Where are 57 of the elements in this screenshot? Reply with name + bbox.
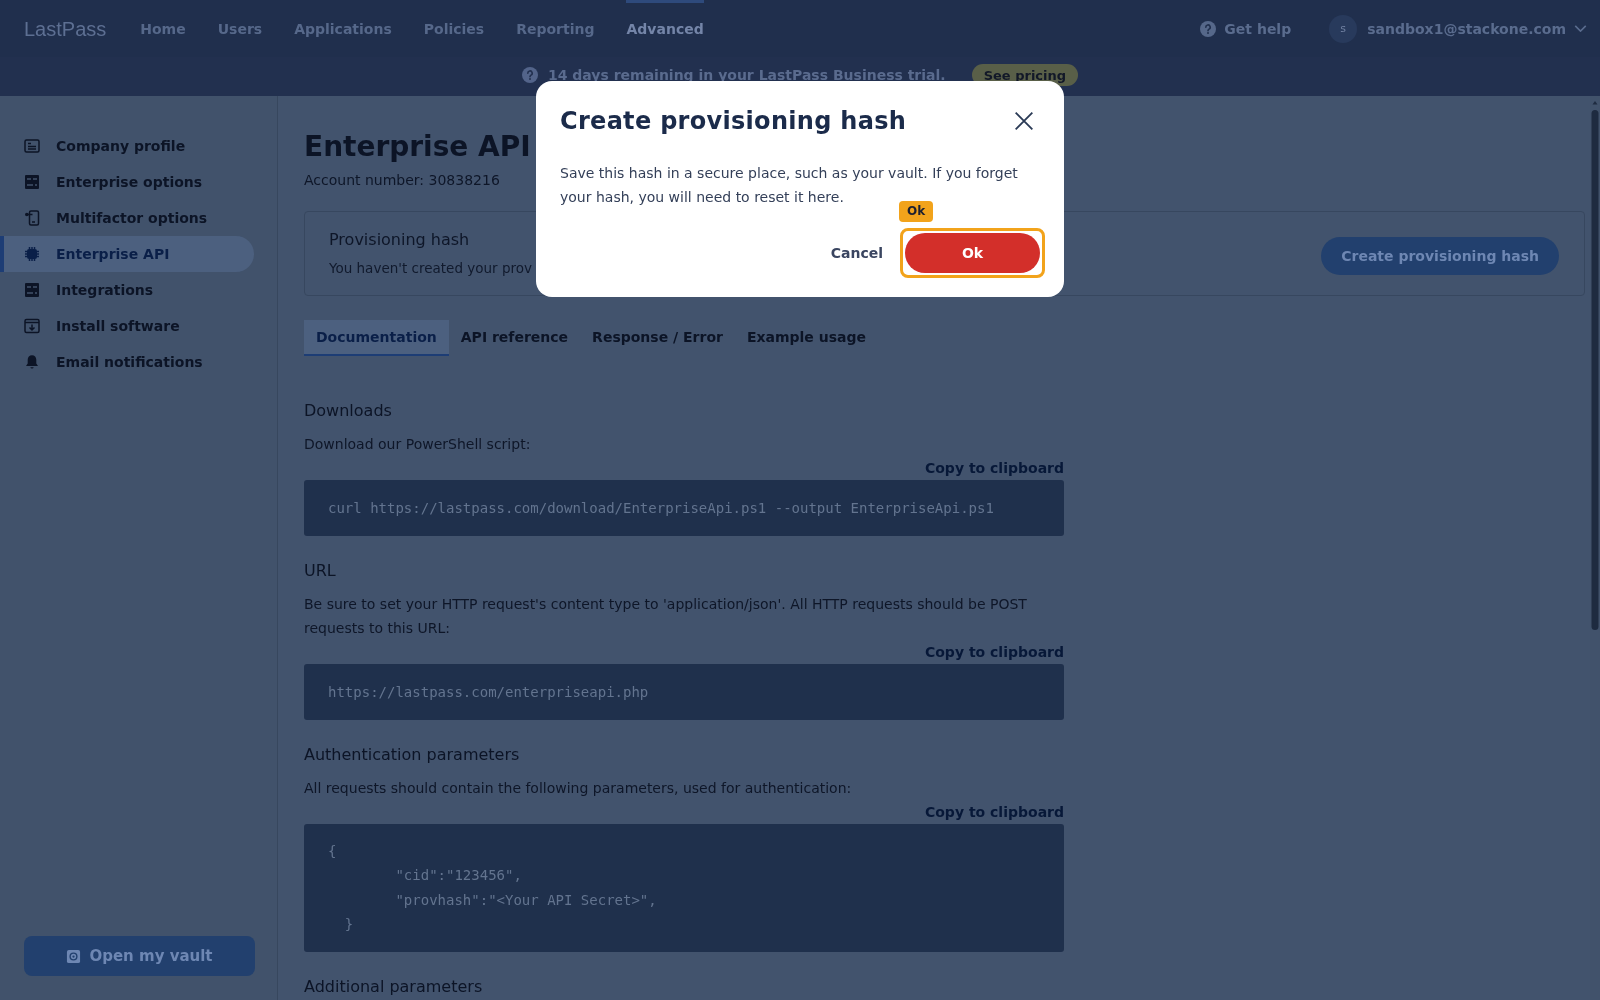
sidebar-item[interactable]: Enterprise options — [0, 164, 254, 200]
sidebar-item[interactable]: Company profile — [0, 128, 254, 164]
document-icon — [24, 138, 40, 154]
sidebar-item[interactable]: Enterprise API — [0, 236, 254, 272]
help-icon — [521, 67, 538, 83]
chip-icon — [24, 246, 40, 262]
account-number: Account number: 30838216 — [304, 171, 500, 190]
sliders-icon — [24, 282, 40, 298]
dialog-title: Create provisioning hash — [560, 106, 907, 137]
copy-link[interactable]: Copy to clipboard — [924, 642, 1064, 662]
sliders-icon — [24, 174, 40, 190]
page-title: Enterprise API — [304, 129, 531, 165]
card-text: You haven't created your prov — [329, 258, 532, 278]
help-icon — [1200, 20, 1217, 37]
section-text: Be sure to set your HTTP request's content type to 'application/json'. All HTTP requests should be POST requests to this URL: — [304, 595, 1028, 638]
section-text: Download our PowerShell script: — [304, 435, 532, 454]
copy-link[interactable]: Copy to clipboard — [924, 458, 1064, 478]
avatar[interactable]: s — [1329, 14, 1358, 43]
open-vault-button[interactable]: Open my vault — [24, 936, 255, 976]
tab[interactable]: Documentation — [304, 320, 449, 356]
card-title: Provisioning hash — [329, 228, 470, 251]
nav-link[interactable]: Policies — [423, 0, 485, 57]
close-button[interactable] — [1012, 109, 1036, 133]
hint-tag: Ok — [899, 201, 934, 222]
sidebar-item[interactable]: Install software — [0, 308, 254, 344]
nav-link[interactable]: Users — [217, 0, 263, 57]
nav-link[interactable]: Applications — [294, 0, 392, 57]
section-text: All requests should contain the following parameters, used for authentication: — [304, 779, 853, 798]
code-block: curl https://lastpass.com/download/EnterpriseApi.ps1 --output EnterpriseApi.ps1 — [304, 480, 1064, 536]
section-heading: Downloads — [304, 400, 392, 422]
section-heading: Additional parameters — [304, 976, 483, 999]
code-block: { "cid":"123456", "provhash":"<Your API Secret>", } — [304, 824, 1064, 953]
create-hash-button[interactable]: Create provisioning hash — [1321, 236, 1559, 275]
bell-icon — [24, 354, 40, 370]
close-icon — [1014, 111, 1034, 131]
ok-button[interactable]: Ok — [900, 228, 1045, 278]
cancel-button[interactable]: Cancel — [822, 239, 891, 267]
safe-icon — [66, 948, 82, 964]
copy-link[interactable]: Copy to clipboard — [924, 802, 1064, 822]
nav-link[interactable]: Reporting — [516, 0, 595, 57]
code-block: https://lastpass.com/enterpriseapi.php — [304, 664, 1064, 720]
sidebar-item[interactable]: Email notifications — [0, 344, 254, 380]
tab[interactable]: Example usage — [734, 320, 878, 356]
sidebar-item[interactable]: Integrations — [0, 272, 254, 308]
section-heading: Authentication parameters — [304, 744, 520, 766]
download-icon — [24, 318, 40, 334]
nav-link[interactable]: Home — [140, 0, 186, 57]
sidebar-item[interactable]: Multifactor options — [0, 200, 254, 236]
tab[interactable]: Response / Error — [580, 320, 735, 356]
banner-text: 14 days remaining in your LastPass Business trial. — [547, 67, 946, 83]
tab[interactable]: API reference — [448, 320, 581, 356]
chevron-down-icon — [1574, 25, 1587, 32]
phone-icon — [24, 210, 40, 226]
logo[interactable]: LastPass — [24, 15, 107, 42]
user-menu[interactable]: sandbox1@stackone.com — [1367, 20, 1566, 37]
section-heading: URL — [304, 560, 336, 582]
help-link[interactable]: Get help — [1224, 20, 1292, 37]
